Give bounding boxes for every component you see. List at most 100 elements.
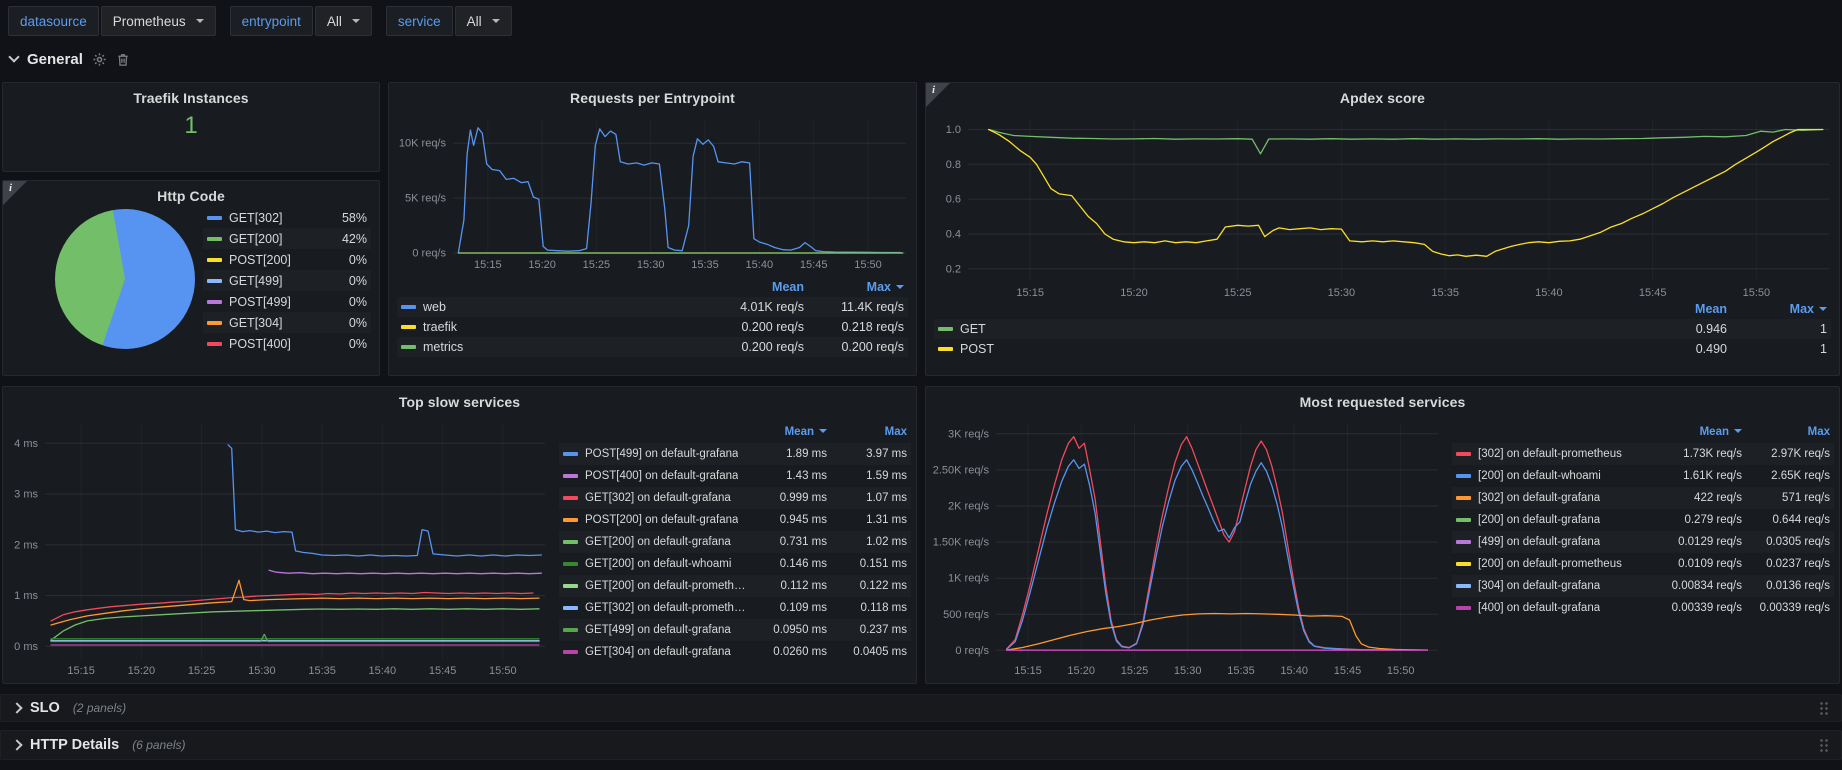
legend-series-name[interactable]: metrics: [423, 340, 463, 354]
legend-series-name[interactable]: [400] on default-grafana: [1478, 602, 1600, 614]
svg-text:15:15: 15:15: [474, 259, 502, 271]
legend-sort-max[interactable]: Max: [1727, 302, 1827, 316]
legend-series-name[interactable]: GET[499] on default-grafana: [585, 624, 731, 636]
legend-series-name[interactable]: GET[302] on default-prometheus: [585, 602, 747, 614]
legend-series-name[interactable]: GET[304]: [229, 316, 283, 330]
legend-series-name[interactable]: GET[200] on default-whoami: [585, 558, 731, 570]
legend-row: POST[400]0%: [203, 333, 371, 354]
time-series-chart[interactable]: 0 req/s5K req/s10K req/s15:1515:2015:251…: [391, 113, 914, 273]
svg-text:0 ms: 0 ms: [14, 641, 38, 653]
variable-value-dropdown[interactable]: All: [315, 6, 372, 36]
legend-series-name[interactable]: [302] on default-prometheus: [1478, 448, 1622, 460]
legend-series-name[interactable]: POST[400] on default-grafana: [585, 470, 738, 482]
legend-series-name[interactable]: GET: [960, 322, 986, 336]
drag-handle[interactable]: [1819, 738, 1829, 753]
legend-row: web4.01K req/s11.4K req/s: [397, 297, 908, 317]
chart-svg: 0 req/s5K req/s10K req/s15:1515:2015:251…: [391, 113, 914, 273]
legend-series-name[interactable]: GET[304] on default-grafana: [585, 646, 731, 658]
legend-series-name[interactable]: [200] on default-whoami: [1478, 470, 1601, 482]
legend-sort-max[interactable]: Max: [804, 280, 904, 294]
panel-title[interactable]: Traefik Instances: [3, 83, 379, 106]
svg-text:15:30: 15:30: [637, 259, 665, 271]
series-color-swatch: [563, 628, 578, 632]
legend-series-name[interactable]: [200] on default-grafana: [1478, 514, 1600, 526]
legend-value: 1.61K req/s: [1654, 470, 1742, 482]
gear-icon[interactable]: [92, 52, 107, 67]
legend-series-name[interactable]: [304] on default-grafana: [1478, 580, 1600, 592]
svg-text:1.0: 1.0: [946, 124, 961, 136]
legend-series-name[interactable]: GET[200] on default-grafana: [585, 536, 731, 548]
legend-series-name[interactable]: POST: [960, 342, 994, 356]
legend-series-name[interactable]: GET[200] on default-prometheus: [585, 580, 747, 592]
legend-series-name[interactable]: GET[499]: [229, 274, 283, 288]
time-series-chart[interactable]: 0 ms1 ms2 ms3 ms4 ms15:1515:2015:2515:30…: [5, 417, 553, 679]
time-series-chart[interactable]: 0 req/s500 req/s1K req/s1.50K req/s2K re…: [928, 417, 1446, 679]
svg-text:15:25: 15:25: [583, 259, 611, 271]
svg-text:15:50: 15:50: [489, 665, 517, 677]
legend-series-name[interactable]: POST[499] on default-grafana: [585, 448, 738, 460]
legend-series-name[interactable]: traefik: [423, 320, 457, 334]
legend-row: GET[304]0%: [203, 312, 371, 333]
legend-value: 0.218 req/s: [804, 320, 904, 334]
svg-text:15:20: 15:20: [128, 665, 156, 677]
legend-sort-max[interactable]: Max: [827, 426, 907, 438]
svg-text:10K req/s: 10K req/s: [399, 138, 447, 150]
legend-row: GET[200]42%: [203, 228, 371, 249]
chart-svg: 0 req/s500 req/s1K req/s1.50K req/s2K re…: [928, 417, 1446, 679]
trash-icon[interactable]: [116, 52, 130, 67]
legend-row: [200] on default-grafana0.279 req/s0.644…: [1452, 509, 1834, 531]
legend-series-name[interactable]: web: [423, 300, 446, 314]
legend-sort-mean[interactable]: Mean: [747, 426, 827, 438]
row-title[interactable]: HTTP Details: [30, 737, 119, 753]
variable-value-dropdown[interactable]: All: [455, 6, 512, 36]
legend-row: POST[499]0%: [203, 291, 371, 312]
legend-row: GET[304] on default-grafana0.0260 ms0.04…: [559, 641, 911, 663]
legend-series-name[interactable]: [302] on default-grafana: [1478, 492, 1600, 504]
svg-text:2.50K req/s: 2.50K req/s: [933, 464, 990, 476]
time-series-chart[interactable]: 0.20.40.60.81.015:1515:2015:2515:3015:35…: [928, 113, 1837, 301]
legend-sort-mean[interactable]: Mean: [1627, 302, 1727, 316]
drag-handle[interactable]: [1819, 701, 1829, 716]
pie-chart[interactable]: [55, 209, 195, 349]
series-color-swatch: [938, 347, 953, 351]
chevron-down-icon: [8, 51, 19, 62]
svg-text:15:45: 15:45: [1639, 287, 1667, 299]
panel-title[interactable]: Http Code: [3, 181, 379, 204]
legend-sort-max[interactable]: Max: [1742, 426, 1830, 438]
legend-value: 0.731 ms: [747, 536, 827, 548]
legend-series-name[interactable]: POST[200] on default-grafana: [585, 514, 738, 526]
row-panel-count: (6 panels): [132, 738, 185, 752]
panel-title[interactable]: Top slow services: [3, 387, 916, 410]
panel-title[interactable]: Most requested services: [926, 387, 1839, 410]
legend-row: POST[400] on default-grafana1.43 ms1.59 …: [559, 465, 911, 487]
svg-text:15:50: 15:50: [854, 259, 882, 271]
legend-series-name[interactable]: POST[400]: [229, 337, 291, 351]
legend-value: 0.122 ms: [827, 580, 907, 592]
sort-caret-icon: [819, 429, 827, 433]
row-slo[interactable]: SLO (2 panels): [0, 694, 1842, 722]
panel-title[interactable]: Apdex score: [926, 83, 1839, 106]
legend-series-name[interactable]: POST[200]: [229, 253, 291, 267]
svg-text:0.2: 0.2: [946, 263, 961, 275]
legend-value: 0.109 ms: [747, 602, 827, 614]
legend-sort-mean[interactable]: Mean: [1654, 426, 1742, 438]
svg-text:0.4: 0.4: [946, 229, 961, 241]
legend-series-name[interactable]: [200] on default-prometheus: [1478, 558, 1622, 570]
legend-series-name[interactable]: GET[200]: [229, 232, 283, 246]
legend-sort-mean[interactable]: Mean: [704, 280, 804, 294]
legend-series-name[interactable]: GET[302] on default-grafana: [585, 492, 731, 504]
row-title[interactable]: General: [27, 51, 83, 68]
chevron-down-icon: [196, 19, 204, 23]
variable-label: service: [386, 6, 453, 36]
legend-series-name[interactable]: POST[499]: [229, 295, 291, 309]
variable-value-dropdown[interactable]: Prometheus: [101, 6, 216, 36]
row-http-details[interactable]: HTTP Details (6 panels): [0, 730, 1842, 760]
panel-title[interactable]: Requests per Entrypoint: [389, 83, 916, 106]
row-general[interactable]: General: [10, 46, 130, 72]
chart-svg: 0 ms1 ms2 ms3 ms4 ms15:1515:2015:2515:30…: [5, 417, 553, 679]
row-title[interactable]: SLO: [30, 700, 60, 716]
series-color-swatch: [207, 342, 222, 346]
svg-text:15:40: 15:40: [746, 259, 774, 271]
legend-series-name[interactable]: GET[302]: [229, 211, 283, 225]
legend-series-name[interactable]: [499] on default-grafana: [1478, 536, 1600, 548]
